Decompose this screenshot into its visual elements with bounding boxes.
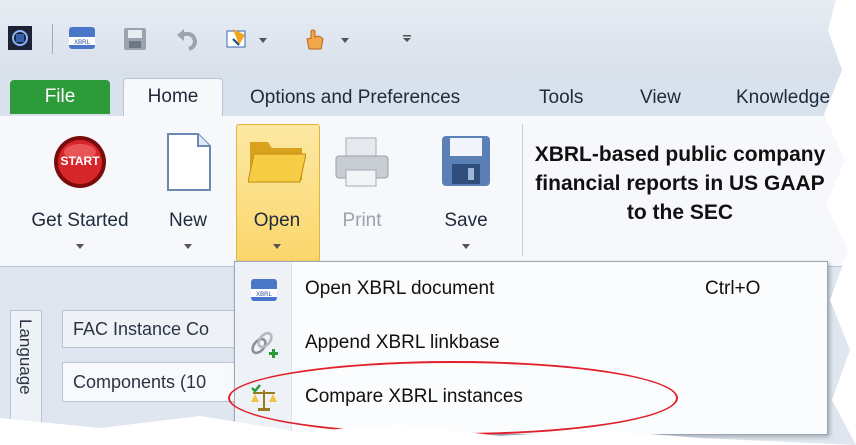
tab-options-and-preferences[interactable]: Options and Preferences — [244, 82, 466, 114]
xbrl-icon[interactable]: XBRL — [66, 24, 98, 52]
menu-item-open-xbrl-document[interactable]: XBRL Open XBRL document Ctrl+O — [235, 264, 827, 316]
chevron-down-icon[interactable] — [340, 36, 350, 46]
undo-icon[interactable] — [172, 24, 202, 54]
xbrl-document-icon: XBRL — [249, 276, 279, 306]
print-button[interactable]: Print — [326, 124, 398, 260]
start-icon-text: START — [60, 154, 100, 168]
printer-icon — [332, 136, 392, 194]
chain-link-add-icon — [249, 330, 279, 360]
floppy-disk-icon — [440, 134, 492, 194]
menu-item-label: Append XBRL linkbase — [305, 332, 500, 353]
chevron-down-icon — [76, 244, 84, 249]
chevron-down-icon[interactable] — [258, 36, 268, 46]
print-label: Print — [342, 210, 382, 231]
tab-home[interactable]: Home — [123, 78, 223, 119]
customize-icon[interactable] — [400, 32, 414, 46]
svg-text:XBRL: XBRL — [256, 292, 272, 298]
components-tab-label: Components (10 — [73, 372, 207, 392]
quick-access-toolbar: XBRL — [0, 0, 856, 76]
get-started-label: Get Started — [31, 210, 129, 231]
ribbon-description: XBRL-based public company financial repo… — [534, 143, 826, 224]
chevron-down-icon — [184, 244, 192, 249]
new-label: New — [168, 210, 207, 231]
tab-tools[interactable]: Tools — [533, 82, 589, 114]
save-label: Save — [444, 210, 488, 231]
tab-home-label: Home — [147, 86, 199, 107]
svg-text:XBRL: XBRL — [74, 40, 90, 46]
save-icon[interactable] — [120, 24, 150, 54]
fac-tab-label: FAC Instance Co — [73, 319, 210, 339]
menu-item-append-xbrl-linkbase[interactable]: Append XBRL linkbase — [235, 318, 827, 370]
tab-file[interactable]: File — [10, 80, 110, 114]
chevron-down-icon — [273, 244, 281, 249]
annotation-highlight-ellipse — [228, 361, 678, 435]
folder-icon — [247, 134, 307, 190]
paint-icon[interactable] — [222, 24, 252, 54]
open-button[interactable]: Open — [236, 124, 318, 260]
menu-item-label: Open XBRL document — [305, 278, 495, 299]
new-button[interactable]: New — [156, 124, 220, 260]
open-label: Open — [253, 210, 301, 231]
chevron-down-icon — [462, 244, 470, 249]
new-document-icon — [166, 132, 212, 198]
menu-item-shortcut: Ctrl+O — [705, 278, 761, 299]
get-started-button[interactable]: START Get Started — [16, 124, 144, 260]
ribbon-group-divider — [522, 124, 523, 256]
application-window: XBRL File Home Options and Preferences T… — [0, 0, 856, 445]
start-icon: START — [52, 134, 108, 190]
language-tab-label: Language — [16, 319, 35, 395]
hand-icon[interactable] — [300, 24, 330, 54]
tab-knowledge[interactable]: Knowledge — [730, 82, 836, 114]
tab-view[interactable]: View — [634, 82, 687, 114]
language-side-tab[interactable]: Language — [10, 310, 42, 432]
save-button[interactable]: Save — [428, 124, 504, 260]
toolbar-separator — [52, 24, 53, 54]
app-logo-icon[interactable] — [6, 24, 34, 52]
